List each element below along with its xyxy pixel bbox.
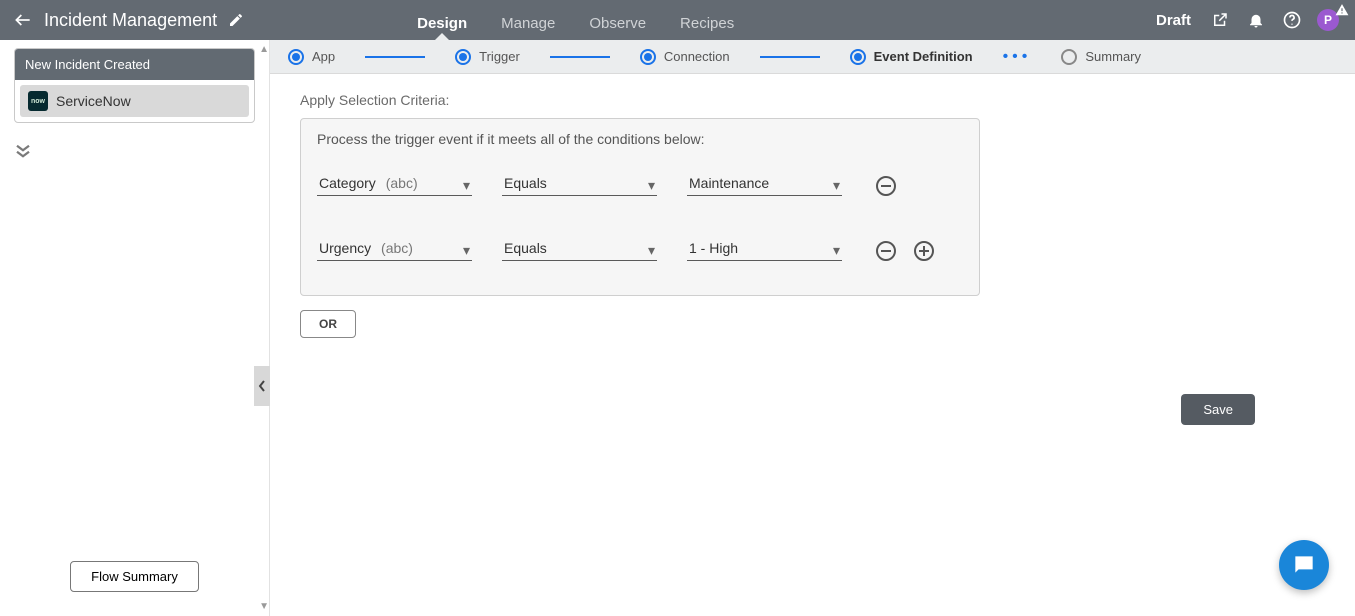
step-dots-icon: •••: [1003, 48, 1032, 66]
or-group-button[interactable]: OR: [300, 310, 356, 338]
chevron-down-icon: ▾: [833, 177, 840, 194]
criteria-box: Process the trigger event if it meets al…: [300, 118, 980, 296]
step-app-label: App: [312, 49, 335, 64]
condition-value-text: Maintenance: [689, 175, 769, 191]
remove-condition-button[interactable]: [876, 241, 896, 261]
step-connector: [365, 56, 425, 58]
step-app-indicator-icon: [288, 49, 304, 65]
page-title: Incident Management: [44, 10, 217, 31]
chevron-down-icon: ▾: [463, 242, 470, 259]
remove-condition-button[interactable]: [876, 176, 896, 196]
avatar-initial: P: [1324, 13, 1332, 27]
condition-value-select[interactable]: 1 - High ▾: [687, 236, 842, 261]
trigger-node-app[interactable]: now ServiceNow: [20, 85, 249, 117]
step-event-definition-indicator-icon: [850, 49, 866, 65]
criteria-description: Process the trigger event if it meets al…: [317, 131, 963, 147]
step-trigger[interactable]: Trigger: [455, 49, 520, 65]
condition-operator-select[interactable]: Equals ▾: [502, 171, 657, 196]
condition-row: Urgency (abc) ▾ Equals ▾ 1 - High ▾: [317, 236, 963, 261]
condition-field-select[interactable]: Category (abc) ▾: [317, 171, 472, 196]
alert-badge-icon: [1335, 3, 1349, 17]
trigger-node-app-label: ServiceNow: [56, 93, 131, 109]
condition-value-text: 1 - High: [689, 240, 738, 256]
step-connector: [550, 56, 610, 58]
chevron-down-icon: ▾: [648, 242, 655, 259]
chevron-down-icon: ▾: [463, 177, 470, 194]
step-app[interactable]: App: [288, 49, 335, 65]
flow-summary-button[interactable]: Flow Summary: [70, 561, 199, 592]
condition-field-type: (abc): [386, 175, 418, 191]
back-arrow-icon[interactable]: [12, 9, 34, 31]
sidebar-scroll-up-icon[interactable]: ▲: [259, 44, 269, 55]
chevron-down-icon: ▾: [833, 242, 840, 259]
condition-row: Category (abc) ▾ Equals ▾ Maintenance ▾: [317, 171, 963, 196]
tab-design[interactable]: Design: [415, 7, 469, 40]
step-event-definition-label: Event Definition: [874, 49, 973, 64]
step-connection-label: Connection: [664, 49, 730, 64]
condition-operator-value: Equals: [504, 175, 547, 191]
trigger-node-card[interactable]: New Incident Created now ServiceNow: [14, 48, 255, 123]
servicenow-logo-icon: now: [28, 91, 48, 111]
expand-nodes-icon[interactable]: [14, 143, 255, 159]
step-connector: [760, 56, 820, 58]
step-summary-indicator-icon: [1061, 49, 1077, 65]
add-condition-button[interactable]: [914, 241, 934, 261]
user-avatar[interactable]: P: [1317, 9, 1339, 31]
criteria-section-title: Apply Selection Criteria:: [300, 92, 1325, 108]
open-external-icon[interactable]: [1209, 9, 1231, 31]
wizard-stepper: App Trigger Connection Event Definition …: [270, 40, 1355, 74]
flow-sidebar: ▲ New Incident Created now ServiceNow Fl…: [0, 40, 270, 616]
step-connection[interactable]: Connection: [640, 49, 730, 65]
top-tabs: Design Manage Observe Recipes: [415, 0, 736, 40]
step-summary-label: Summary: [1085, 49, 1141, 64]
condition-field-value: Category: [319, 175, 376, 191]
condition-operator-select[interactable]: Equals ▾: [502, 236, 657, 261]
tab-recipes[interactable]: Recipes: [678, 7, 736, 40]
chevron-down-icon: ▾: [648, 177, 655, 194]
condition-field-type: (abc): [381, 240, 413, 256]
step-trigger-label: Trigger: [479, 49, 520, 64]
edit-title-icon[interactable]: [227, 11, 245, 29]
step-event-definition[interactable]: Event Definition: [850, 49, 973, 65]
sidebar-scroll-down-icon[interactable]: ▼: [259, 601, 269, 612]
step-summary[interactable]: Summary: [1061, 49, 1141, 65]
chat-icon: [1291, 552, 1317, 578]
trigger-node-title: New Incident Created: [15, 49, 254, 80]
notifications-icon[interactable]: [1245, 9, 1267, 31]
condition-value-select[interactable]: Maintenance ▾: [687, 171, 842, 196]
save-button[interactable]: Save: [1181, 394, 1255, 425]
chat-fab-button[interactable]: [1279, 540, 1329, 590]
flow-status: Draft: [1156, 12, 1191, 29]
condition-field-value: Urgency: [319, 240, 371, 256]
step-connection-indicator-icon: [640, 49, 656, 65]
tab-manage[interactable]: Manage: [499, 7, 557, 40]
tab-observe[interactable]: Observe: [587, 7, 648, 40]
collapse-sidebar-handle[interactable]: [254, 366, 270, 406]
help-icon[interactable]: [1281, 9, 1303, 31]
condition-field-select[interactable]: Urgency (abc) ▾: [317, 236, 472, 261]
condition-operator-value: Equals: [504, 240, 547, 256]
step-trigger-indicator-icon: [455, 49, 471, 65]
